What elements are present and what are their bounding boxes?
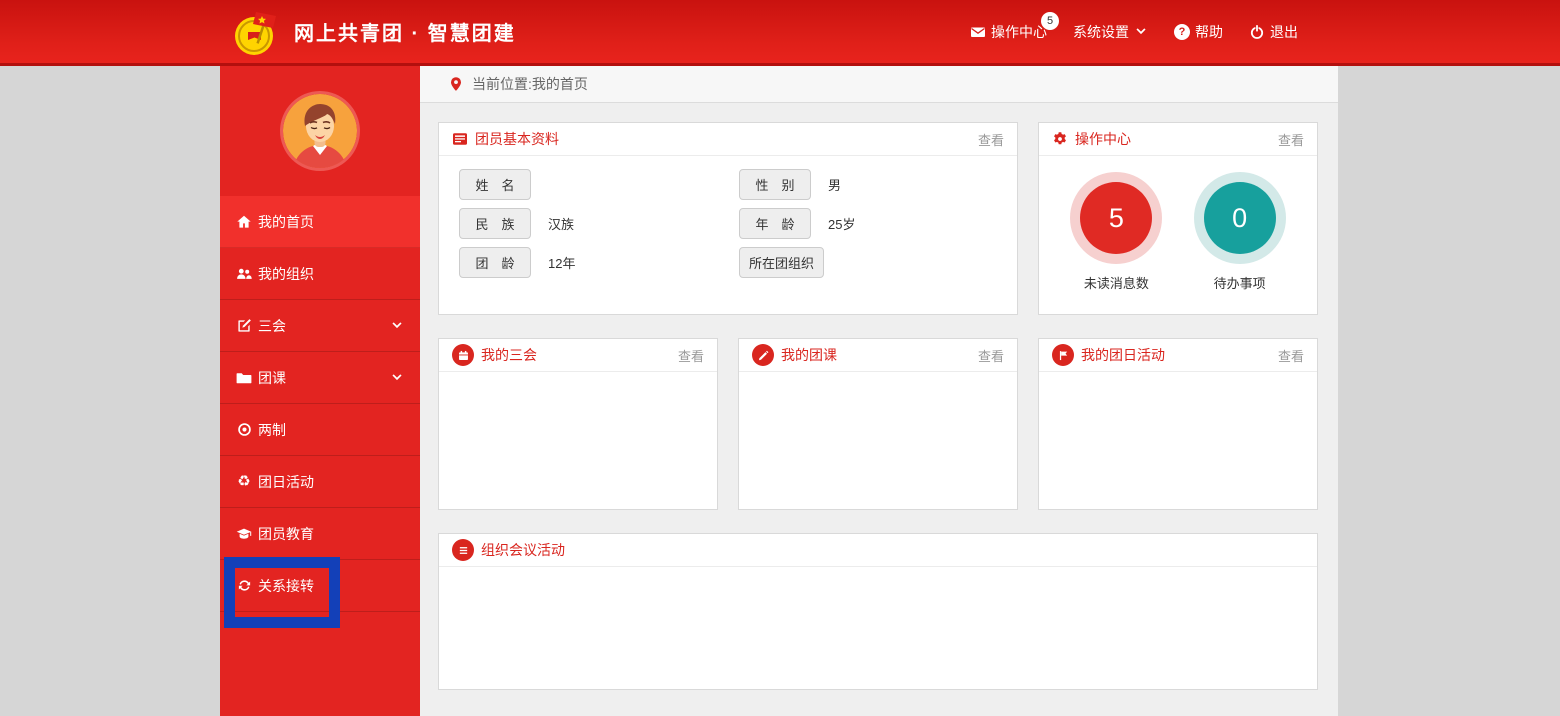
edit-icon [236, 318, 252, 334]
sidebar-item-liangzhi[interactable]: 两制 [220, 404, 420, 456]
sidebar-item-my-organization[interactable]: 我的组织 [220, 248, 420, 300]
field-value: 12年 [548, 253, 575, 272]
sidebar-item-my-home[interactable]: 我的首页 [220, 196, 426, 248]
envelope-icon [970, 24, 986, 40]
power-icon [1249, 24, 1265, 40]
card-my-sanhui: 我的三会 查看 [438, 338, 718, 510]
chevron-down-icon [390, 319, 404, 333]
sidebar-item-label: 我的组织 [258, 264, 314, 284]
flag-icon [1052, 344, 1074, 366]
main-content: 当前位置:我的首页 团员基本资料 查看 姓 名 性 别 男 民 族 汉族 [420, 66, 1338, 716]
nav-action-center[interactable]: 操作中心 5 [970, 22, 1047, 42]
brand: 网上共青团 · 智慧团建 [228, 0, 516, 63]
avatar-wrap [220, 66, 420, 196]
field-label: 民 族 [459, 208, 531, 239]
card-title: 组织会议活动 [481, 540, 565, 560]
card-title: 我的团课 [781, 345, 837, 365]
field-league-age: 团 龄 12年 [459, 249, 739, 276]
user-avatar [283, 94, 357, 168]
profile-fields: 姓 名 性 别 男 民 族 汉族 年 龄 25岁 团 龄 12年 所在团组织 [439, 156, 1017, 291]
map-pin-icon [448, 76, 464, 92]
sidebar-menu: 我的首页 我的组织 三会 团课 [220, 196, 420, 612]
card-title: 我的三会 [481, 345, 537, 365]
nav-label: 帮助 [1195, 22, 1223, 42]
target-icon [236, 422, 252, 438]
nav-label: 退出 [1270, 22, 1298, 42]
graduation-cap-icon [236, 526, 252, 542]
sidebar-item-label: 我的首页 [258, 212, 314, 232]
view-link[interactable]: 查看 [978, 346, 1004, 365]
nav-system-settings[interactable]: 系统设置 [1073, 22, 1148, 42]
header-nav: 操作中心 5 系统设置 ? 帮助 退出 [970, 0, 1298, 63]
nav-logout[interactable]: 退出 [1249, 22, 1298, 42]
card-my-tuanke: 我的团课 查看 [738, 338, 1018, 510]
list-alt-icon [452, 131, 468, 147]
sidebar-item-tuanke[interactable]: 团课 [220, 352, 420, 404]
sidebar-item-label: 团员教育 [258, 524, 314, 544]
field-label: 性 别 [739, 169, 811, 200]
card-title: 我的团日活动 [1081, 345, 1165, 365]
recycle-icon: ♻ [236, 474, 252, 490]
nav-label: 系统设置 [1073, 22, 1129, 42]
sidebar-item-label: 三会 [258, 316, 286, 336]
card-title: 团员基本资料 [475, 129, 559, 149]
question-icon: ? [1174, 24, 1190, 40]
league-emblem-icon [228, 4, 284, 60]
view-link[interactable]: 查看 [678, 346, 704, 365]
sidebar-item-relation-transfer[interactable]: 关系接转 [220, 560, 420, 612]
view-link[interactable]: 查看 [1278, 346, 1304, 365]
gear-icon [1052, 131, 1068, 147]
field-value: 25岁 [828, 214, 855, 233]
list-circle-icon [452, 539, 474, 561]
breadcrumb: 当前位置:我的首页 [420, 66, 1338, 103]
field-gender: 性 别 男 [739, 171, 997, 198]
sidebar-item-sanhui[interactable]: 三会 [220, 300, 420, 352]
card-title: 操作中心 [1075, 129, 1131, 149]
action-stats: 5 未读消息数 0 待办事项 [1039, 156, 1317, 292]
stat-value: 0 [1204, 182, 1276, 254]
pencil-icon [752, 344, 774, 366]
stat-unread-messages: 5 未读消息数 [1070, 172, 1162, 292]
chevron-down-icon [390, 371, 404, 385]
home-icon [236, 214, 252, 230]
chevron-down-icon [1134, 25, 1148, 39]
field-label: 团 龄 [459, 247, 531, 278]
field-value: 汉族 [548, 214, 574, 233]
field-value: 男 [828, 175, 841, 194]
sidebar-item-label: 关系接转 [258, 576, 314, 596]
stat-value: 5 [1080, 182, 1152, 254]
stat-label: 未读消息数 [1084, 273, 1149, 292]
card-organization-meetings: 组织会议活动 [438, 533, 1318, 690]
field-name: 姓 名 [459, 171, 739, 198]
card-action-center: 操作中心 查看 5 未读消息数 0 待办事项 [1038, 122, 1318, 315]
stat-label: 待办事项 [1214, 273, 1266, 292]
field-age: 年 龄 25岁 [739, 210, 997, 237]
view-link[interactable]: 查看 [1278, 130, 1304, 149]
nav-help[interactable]: ? 帮助 [1174, 22, 1223, 42]
field-label: 所在团组织 [739, 247, 824, 278]
sidebar-item-label: 团课 [258, 368, 286, 388]
sidebar: 我的首页 我的组织 三会 团课 [220, 66, 420, 716]
field-label: 姓 名 [459, 169, 531, 200]
app-header: 网上共青团 · 智慧团建 操作中心 5 系统设置 ? 帮助 退出 [0, 0, 1560, 66]
app-title: 网上共青团 · 智慧团建 [294, 17, 516, 46]
card-my-tuanri: 我的团日活动 查看 [1038, 338, 1318, 510]
breadcrumb-label: 当前位置:我的首页 [472, 74, 588, 94]
sidebar-item-member-education[interactable]: 团员教育 [220, 508, 420, 560]
sidebar-item-label: 两制 [258, 420, 286, 440]
field-label: 年 龄 [739, 208, 811, 239]
sync-icon [236, 578, 252, 594]
sidebar-item-label: 团日活动 [258, 472, 314, 492]
card-member-profile: 团员基本资料 查看 姓 名 性 别 男 民 族 汉族 年 龄 25岁 团 龄 1 [438, 122, 1018, 315]
sidebar-item-tuanri-activity[interactable]: ♻ 团日活动 [220, 456, 420, 508]
nav-label: 操作中心 [991, 22, 1047, 42]
stat-todo-items: 0 待办事项 [1194, 172, 1286, 292]
message-count-badge: 5 [1041, 12, 1059, 30]
view-link[interactable]: 查看 [978, 130, 1004, 149]
field-organization: 所在团组织 [739, 249, 997, 276]
field-ethnicity: 民 族 汉族 [459, 210, 739, 237]
folder-icon [236, 370, 252, 386]
calendar-icon [452, 344, 474, 366]
users-icon [236, 266, 252, 282]
